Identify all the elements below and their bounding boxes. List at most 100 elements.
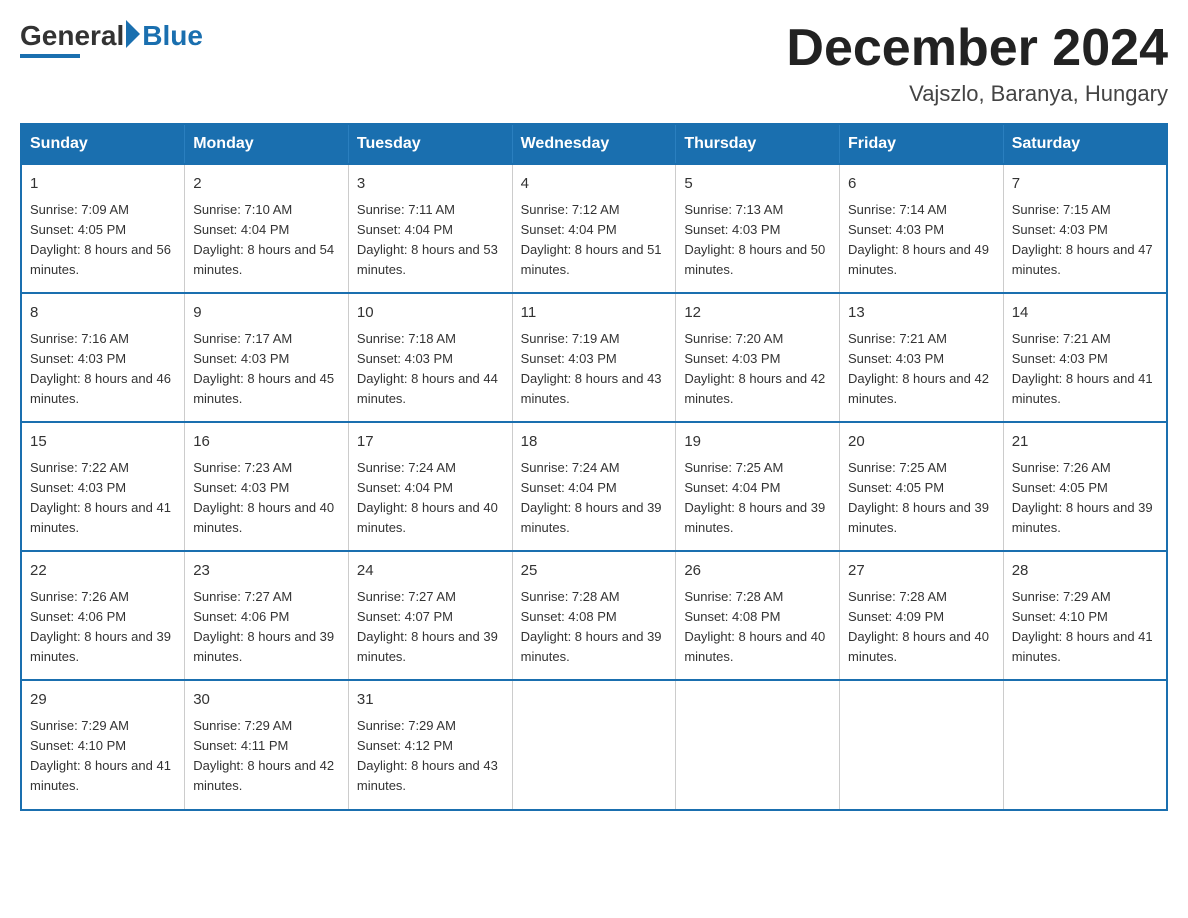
day-info: Sunrise: 7:29 AMSunset: 4:10 PMDaylight:… <box>30 716 176 797</box>
calendar-table: Sunday Monday Tuesday Wednesday Thursday… <box>20 123 1168 810</box>
table-row: 29 Sunrise: 7:29 AMSunset: 4:10 PMDayligh… <box>21 680 185 809</box>
table-row: 23 Sunrise: 7:27 AMSunset: 4:06 PMDayligh… <box>185 551 349 680</box>
header-friday: Friday <box>840 124 1004 164</box>
table-row <box>676 680 840 809</box>
day-number: 9 <box>193 302 340 325</box>
table-row: 11 Sunrise: 7:19 AMSunset: 4:03 PMDayligh… <box>512 293 676 422</box>
header-monday: Monday <box>185 124 349 164</box>
table-row: 7 Sunrise: 7:15 AMSunset: 4:03 PMDaylight… <box>1003 164 1167 293</box>
day-info: Sunrise: 7:29 AMSunset: 4:10 PMDaylight:… <box>1012 587 1158 668</box>
day-info: Sunrise: 7:21 AMSunset: 4:03 PMDaylight:… <box>848 329 995 410</box>
day-info: Sunrise: 7:17 AMSunset: 4:03 PMDaylight:… <box>193 329 340 410</box>
day-info: Sunrise: 7:25 AMSunset: 4:04 PMDaylight:… <box>684 458 831 539</box>
day-number: 26 <box>684 560 831 583</box>
table-row: 1 Sunrise: 7:09 AMSunset: 4:05 PMDaylight… <box>21 164 185 293</box>
day-info: Sunrise: 7:28 AMSunset: 4:08 PMDaylight:… <box>521 587 668 668</box>
table-row: 13 Sunrise: 7:21 AMSunset: 4:03 PMDayligh… <box>840 293 1004 422</box>
table-row: 22 Sunrise: 7:26 AMSunset: 4:06 PMDayligh… <box>21 551 185 680</box>
day-info: Sunrise: 7:19 AMSunset: 4:03 PMDaylight:… <box>521 329 668 410</box>
header-thursday: Thursday <box>676 124 840 164</box>
day-number: 21 <box>1012 431 1158 454</box>
day-number: 24 <box>357 560 504 583</box>
table-row: 30 Sunrise: 7:29 AMSunset: 4:11 PMDayligh… <box>185 680 349 809</box>
day-info: Sunrise: 7:15 AMSunset: 4:03 PMDaylight:… <box>1012 200 1158 281</box>
table-row: 17 Sunrise: 7:24 AMSunset: 4:04 PMDayligh… <box>348 422 512 551</box>
day-number: 13 <box>848 302 995 325</box>
day-info: Sunrise: 7:09 AMSunset: 4:05 PMDaylight:… <box>30 200 176 281</box>
table-row: 9 Sunrise: 7:17 AMSunset: 4:03 PMDaylight… <box>185 293 349 422</box>
day-info: Sunrise: 7:10 AMSunset: 4:04 PMDaylight:… <box>193 200 340 281</box>
table-row: 6 Sunrise: 7:14 AMSunset: 4:03 PMDaylight… <box>840 164 1004 293</box>
day-number: 22 <box>30 560 176 583</box>
header-wednesday: Wednesday <box>512 124 676 164</box>
day-number: 7 <box>1012 173 1158 196</box>
table-row <box>1003 680 1167 809</box>
table-row: 20 Sunrise: 7:25 AMSunset: 4:05 PMDayligh… <box>840 422 1004 551</box>
header-tuesday: Tuesday <box>348 124 512 164</box>
table-row: 21 Sunrise: 7:26 AMSunset: 4:05 PMDayligh… <box>1003 422 1167 551</box>
logo: General Blue <box>20 20 203 58</box>
day-info: Sunrise: 7:28 AMSunset: 4:08 PMDaylight:… <box>684 587 831 668</box>
location-subtitle: Vajszlo, Baranya, Hungary <box>786 81 1168 107</box>
day-number: 15 <box>30 431 176 454</box>
day-info: Sunrise: 7:26 AMSunset: 4:05 PMDaylight:… <box>1012 458 1158 539</box>
day-info: Sunrise: 7:25 AMSunset: 4:05 PMDaylight:… <box>848 458 995 539</box>
day-info: Sunrise: 7:22 AMSunset: 4:03 PMDaylight:… <box>30 458 176 539</box>
day-info: Sunrise: 7:29 AMSunset: 4:12 PMDaylight:… <box>357 716 504 797</box>
table-row: 18 Sunrise: 7:24 AMSunset: 4:04 PMDayligh… <box>512 422 676 551</box>
day-number: 3 <box>357 173 504 196</box>
day-info: Sunrise: 7:14 AMSunset: 4:03 PMDaylight:… <box>848 200 995 281</box>
day-info: Sunrise: 7:27 AMSunset: 4:07 PMDaylight:… <box>357 587 504 668</box>
day-number: 1 <box>30 173 176 196</box>
table-row: 10 Sunrise: 7:18 AMSunset: 4:03 PMDayligh… <box>348 293 512 422</box>
table-row: 8Sunrise: 7:16 AMSunset: 4:03 PMDaylight… <box>21 293 185 422</box>
day-number: 11 <box>521 302 668 325</box>
table-row: 24 Sunrise: 7:27 AMSunset: 4:07 PMDayligh… <box>348 551 512 680</box>
day-info: Sunrise: 7:12 AMSunset: 4:04 PMDaylight:… <box>521 200 668 281</box>
table-row: 12Sunrise: 7:20 AMSunset: 4:03 PMDayligh… <box>676 293 840 422</box>
table-row: 26 Sunrise: 7:28 AMSunset: 4:08 PMDayligh… <box>676 551 840 680</box>
day-info: Sunrise: 7:20 AMSunset: 4:03 PMDaylight:… <box>684 329 831 410</box>
table-row: 15 Sunrise: 7:22 AMSunset: 4:03 PMDayligh… <box>21 422 185 551</box>
day-info: Sunrise: 7:24 AMSunset: 4:04 PMDaylight:… <box>357 458 504 539</box>
day-number: 19 <box>684 431 831 454</box>
table-row: 28 Sunrise: 7:29 AMSunset: 4:10 PMDayligh… <box>1003 551 1167 680</box>
header-sunday: Sunday <box>21 124 185 164</box>
day-number: 17 <box>357 431 504 454</box>
day-number: 14 <box>1012 302 1158 325</box>
day-info: Sunrise: 7:21 AMSunset: 4:03 PMDaylight:… <box>1012 329 1158 410</box>
table-row: 19 Sunrise: 7:25 AMSunset: 4:04 PMDayligh… <box>676 422 840 551</box>
day-number: 18 <box>521 431 668 454</box>
page-header: General Blue December 2024 Vajszlo, Bara… <box>20 20 1168 107</box>
day-number: 4 <box>521 173 668 196</box>
day-number: 2 <box>193 173 340 196</box>
day-number: 10 <box>357 302 504 325</box>
table-row <box>512 680 676 809</box>
day-info: Sunrise: 7:23 AMSunset: 4:03 PMDaylight:… <box>193 458 340 539</box>
day-number: 28 <box>1012 560 1158 583</box>
table-row: 14 Sunrise: 7:21 AMSunset: 4:03 PMDayligh… <box>1003 293 1167 422</box>
day-number: 23 <box>193 560 340 583</box>
table-row: 5Sunrise: 7:13 AMSunset: 4:03 PMDaylight… <box>676 164 840 293</box>
table-row: 2 Sunrise: 7:10 AMSunset: 4:04 PMDaylight… <box>185 164 349 293</box>
header-saturday: Saturday <box>1003 124 1167 164</box>
day-number: 30 <box>193 689 340 712</box>
day-info: Sunrise: 7:29 AMSunset: 4:11 PMDaylight:… <box>193 716 340 797</box>
day-info: Sunrise: 7:11 AMSunset: 4:04 PMDaylight:… <box>357 200 504 281</box>
day-number: 6 <box>848 173 995 196</box>
table-row: 3 Sunrise: 7:11 AMSunset: 4:04 PMDaylight… <box>348 164 512 293</box>
table-row: 31Sunrise: 7:29 AMSunset: 4:12 PMDayligh… <box>348 680 512 809</box>
logo-blue-text: Blue <box>142 20 203 52</box>
day-number: 20 <box>848 431 995 454</box>
calendar-body: 1 Sunrise: 7:09 AMSunset: 4:05 PMDaylight… <box>21 164 1167 809</box>
table-row: 27Sunrise: 7:28 AMSunset: 4:09 PMDayligh… <box>840 551 1004 680</box>
day-info: Sunrise: 7:24 AMSunset: 4:04 PMDaylight:… <box>521 458 668 539</box>
day-info: Sunrise: 7:27 AMSunset: 4:06 PMDaylight:… <box>193 587 340 668</box>
day-info: Sunrise: 7:18 AMSunset: 4:03 PMDaylight:… <box>357 329 504 410</box>
table-row: 25Sunrise: 7:28 AMSunset: 4:08 PMDayligh… <box>512 551 676 680</box>
day-number: 29 <box>30 689 176 712</box>
table-row: 4 Sunrise: 7:12 AMSunset: 4:04 PMDaylight… <box>512 164 676 293</box>
logo-arrow-icon <box>126 20 140 48</box>
day-info: Sunrise: 7:13 AMSunset: 4:03 PMDaylight:… <box>684 200 831 281</box>
day-info: Sunrise: 7:26 AMSunset: 4:06 PMDaylight:… <box>30 587 176 668</box>
